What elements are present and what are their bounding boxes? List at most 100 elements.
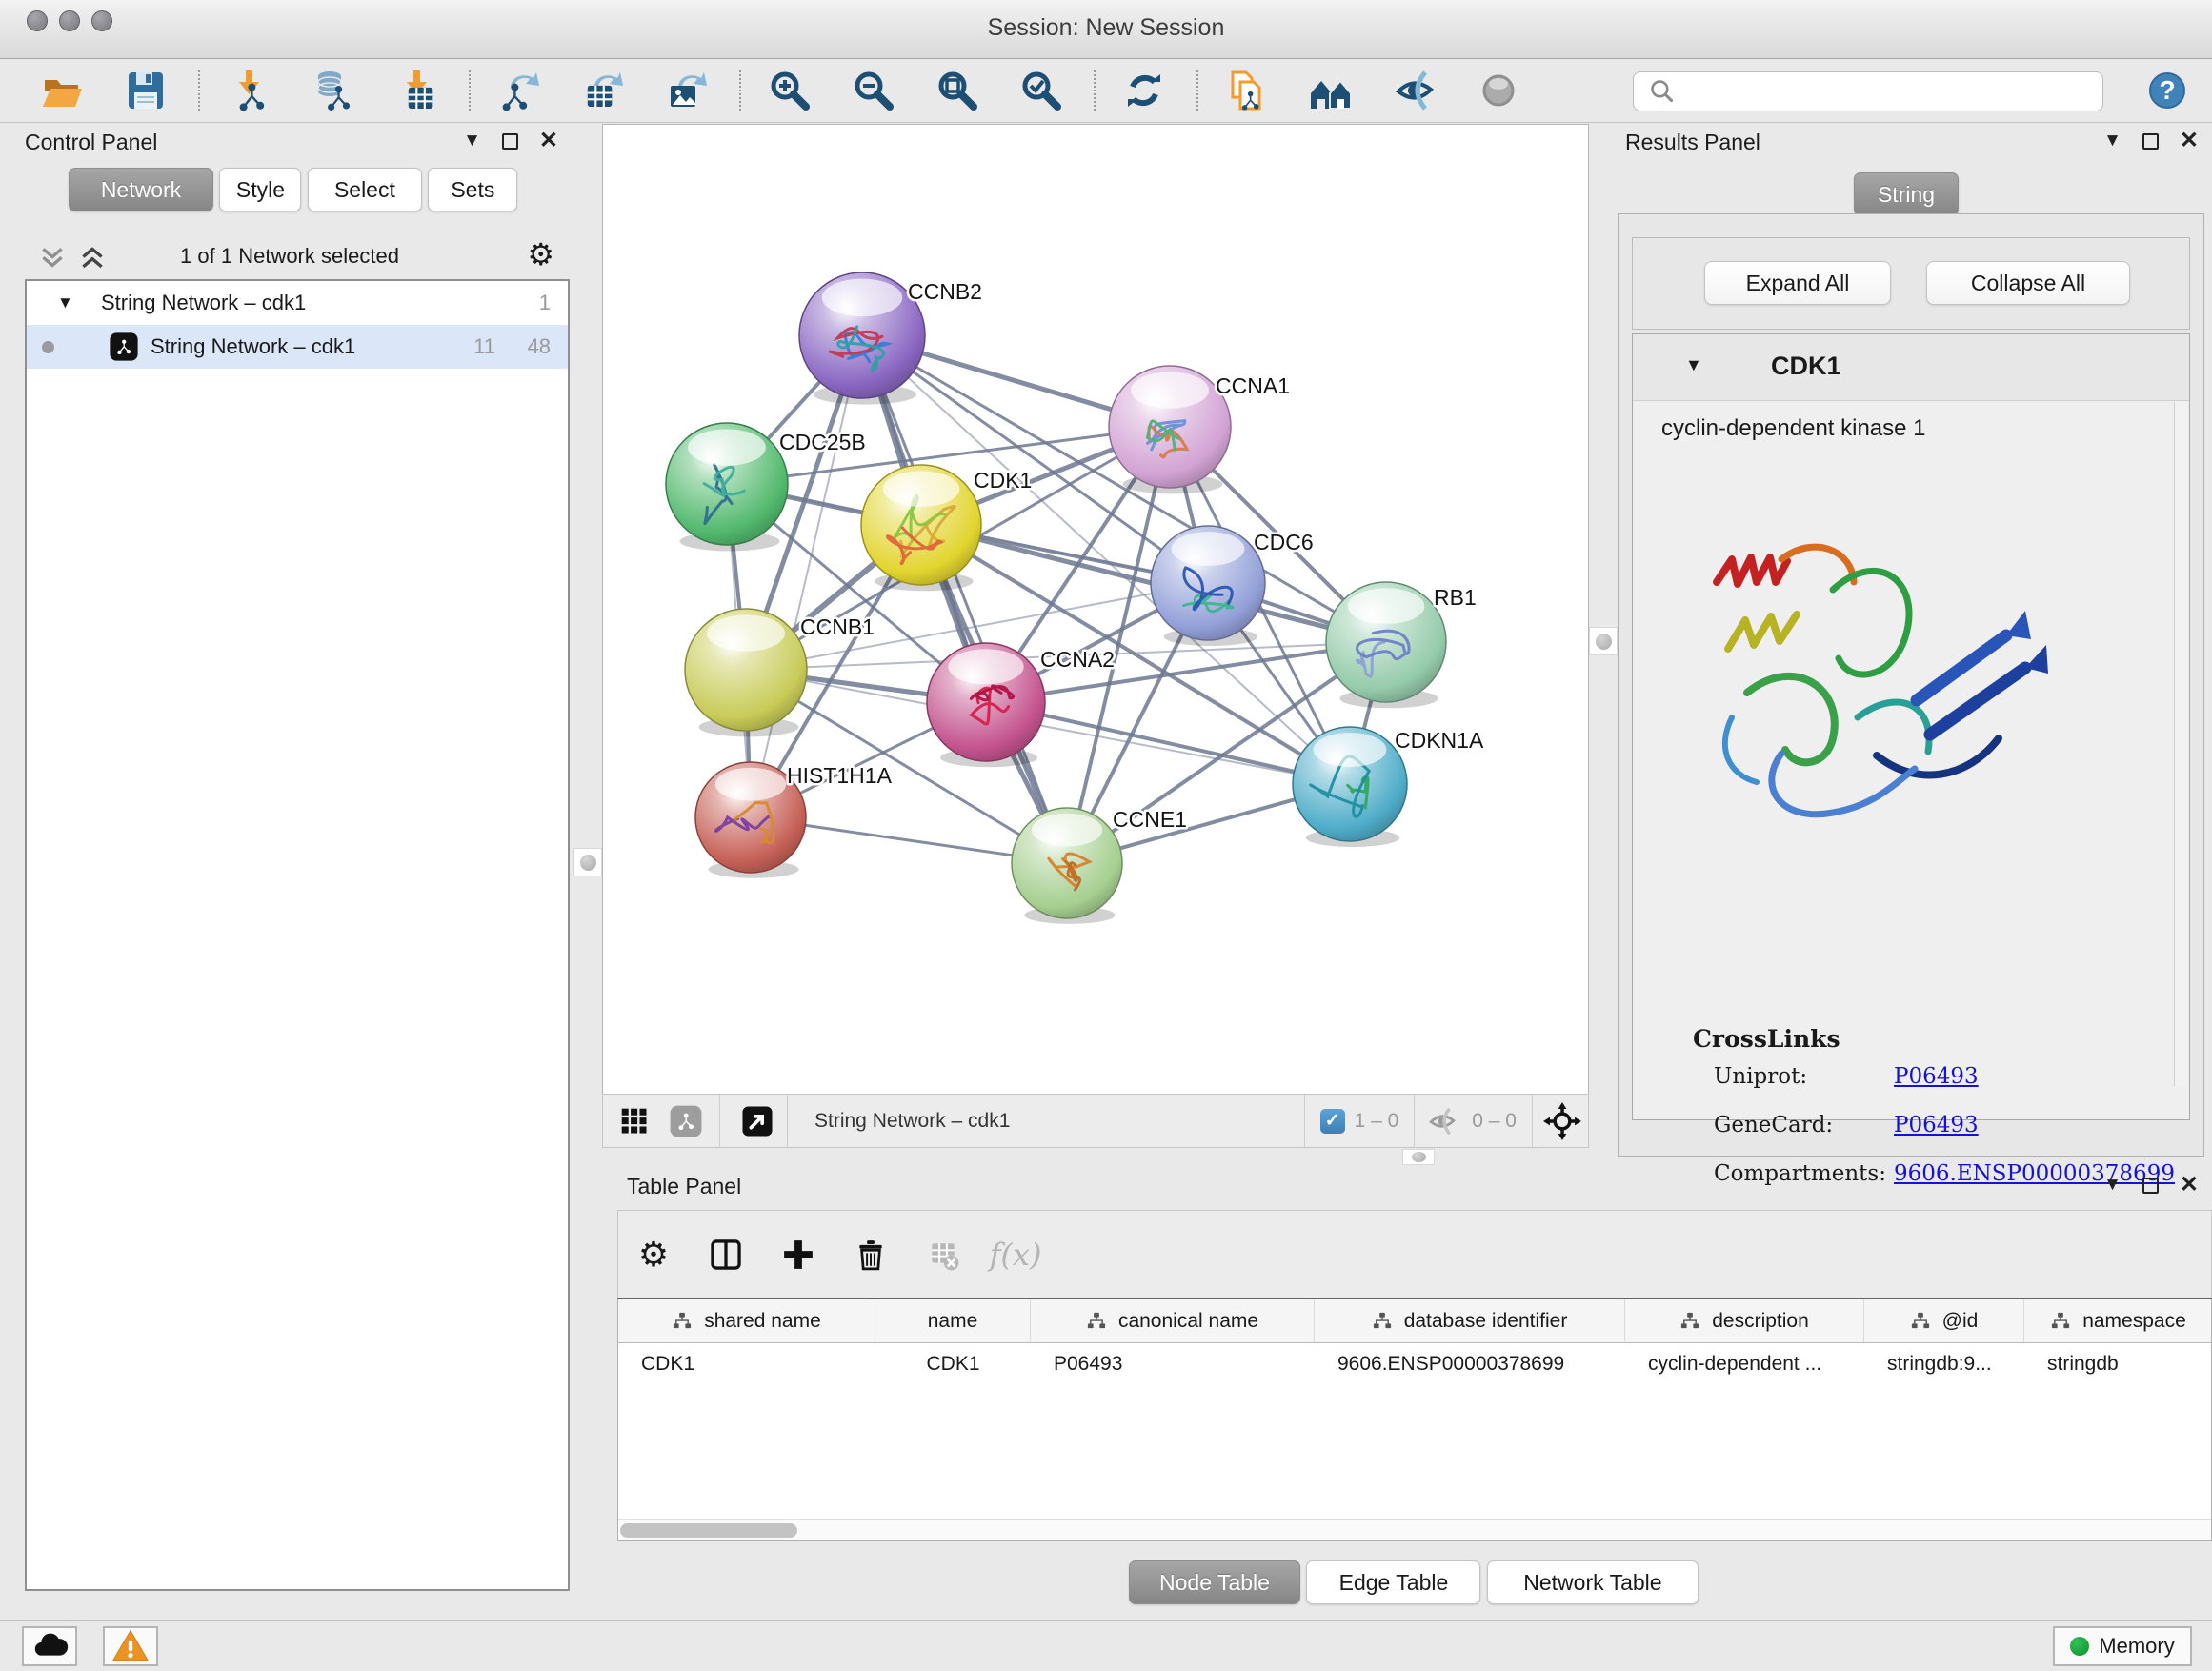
control-panel-float-button[interactable] xyxy=(502,133,518,150)
table-panel-float-button[interactable] xyxy=(2142,1178,2159,1194)
column-header[interactable]: database identifier xyxy=(1315,1299,1625,1342)
table-cell[interactable]: cyclin-dependent ... xyxy=(1625,1343,1864,1387)
open-in-window-icon[interactable] xyxy=(734,1098,781,1144)
table-settings-gear-icon[interactable]: ⚙ xyxy=(632,1233,675,1277)
table-cell[interactable]: P06493 xyxy=(1031,1343,1315,1387)
network-node-CDK1[interactable]: CDK1 xyxy=(861,465,1032,591)
cdk1-section-header[interactable]: ▼ CDK1 xyxy=(1633,334,2189,401)
network-svg[interactable]: CCNB2 CCNA1 CDC25B CDK1 CDC6 xyxy=(603,125,1588,1093)
table-cell[interactable]: stringdb:9... xyxy=(1864,1343,2024,1387)
hide-panel-eye-icon[interactable] xyxy=(1391,68,1438,113)
bottom-splitter-handle[interactable] xyxy=(1402,1149,1435,1165)
cdk1-collapse-arrow-icon[interactable]: ▼ xyxy=(1685,355,1702,375)
column-header[interactable]: @id xyxy=(1864,1299,2024,1342)
hidden-eye-icon[interactable] xyxy=(1422,1098,1462,1144)
network-node-CCNE1[interactable]: CCNE1 xyxy=(1012,807,1187,924)
home-network-icon[interactable] xyxy=(1307,68,1355,113)
add-column-icon[interactable] xyxy=(776,1233,820,1277)
results-panel-collapse-button[interactable]: ▼ xyxy=(2103,131,2122,151)
tab-sets[interactable]: Sets xyxy=(428,168,517,211)
node-label-HIST1H1A: HIST1H1A xyxy=(787,763,893,788)
tab-network-table[interactable]: Network Table xyxy=(1487,1560,1699,1604)
control-panel-close-button[interactable]: ✕ xyxy=(539,130,558,152)
network-edge[interactable] xyxy=(751,335,862,817)
tab-style[interactable]: Style xyxy=(219,168,301,211)
birdseye-grid-icon[interactable] xyxy=(611,1098,658,1144)
open-folder-icon[interactable] xyxy=(38,68,86,113)
fit-content-crosshair-icon[interactable] xyxy=(1538,1098,1586,1144)
import-database-icon[interactable] xyxy=(309,68,356,113)
column-header[interactable]: namespace xyxy=(2024,1299,2212,1342)
control-panel-collapse-button[interactable]: ▼ xyxy=(463,131,481,151)
tab-select[interactable]: Select xyxy=(308,168,422,211)
delete-column-icon[interactable] xyxy=(849,1233,893,1277)
table-hscroll-thumb[interactable] xyxy=(620,1523,797,1538)
network-node-CDKN1A[interactable]: CDKN1A xyxy=(1293,727,1484,847)
help-icon[interactable]: ? xyxy=(2143,68,2191,113)
network-options-gear-icon[interactable]: ⚙ xyxy=(527,236,554,272)
memory-button[interactable]: Memory xyxy=(2053,1626,2192,1666)
network-node-CCNB2[interactable]: CCNB2 xyxy=(799,272,982,405)
column-header[interactable]: shared name xyxy=(618,1299,875,1342)
table-cell[interactable]: stringdb xyxy=(2024,1343,2212,1387)
tab-edge-table[interactable]: Edge Table xyxy=(1306,1560,1480,1604)
node-label-CCNA1: CCNA1 xyxy=(1216,373,1290,398)
clone-network-icon[interactable] xyxy=(1223,68,1271,113)
export-image-icon[interactable] xyxy=(663,68,711,113)
tab-string[interactable]: String xyxy=(1854,172,1959,216)
network-canvas[interactable]: CCNB2 CCNA1 CDC25B CDK1 CDC6 xyxy=(602,124,1589,1094)
zoom-out-icon[interactable] xyxy=(850,68,897,113)
string-tools-icon[interactable] xyxy=(662,1098,710,1144)
expand-all-button[interactable]: Expand All xyxy=(1704,261,1891,305)
export-network-icon[interactable] xyxy=(495,68,543,113)
crosslink-value-link[interactable]: P06493 xyxy=(1894,1113,1979,1137)
results-panel-title: Results Panel xyxy=(1625,130,1760,155)
network-edge[interactable] xyxy=(862,335,1067,863)
results-panel-float-button[interactable] xyxy=(2142,133,2159,150)
table-panel-collapse-button[interactable]: ▼ xyxy=(2103,1175,2122,1196)
collapse-all-button[interactable]: Collapse All xyxy=(1926,261,2130,305)
cloud-button[interactable] xyxy=(22,1626,77,1666)
crosslink-value-link[interactable]: P06493 xyxy=(1894,1064,1979,1089)
refresh-icon[interactable] xyxy=(1120,68,1168,113)
network-node-CCNB1[interactable]: CCNB1 xyxy=(685,609,875,736)
network-node-CCNA2[interactable]: CCNA2 xyxy=(927,643,1115,767)
left-splitter-handle[interactable] xyxy=(573,848,602,876)
window-titlebar[interactable]: Session: New Session xyxy=(0,0,2212,59)
tab-network[interactable]: Network xyxy=(69,168,213,211)
table-row[interactable]: CDK1CDK1P064939606.ENSP00000378699cyclin… xyxy=(618,1343,2211,1387)
column-header[interactable]: canonical name xyxy=(1031,1299,1315,1342)
save-icon[interactable] xyxy=(122,68,170,113)
table-cell[interactable]: 9606.ENSP00000378699 xyxy=(1315,1343,1625,1387)
search-input[interactable] xyxy=(1681,80,2091,103)
collection-count: 1 xyxy=(539,291,551,315)
network-node-CDC25B[interactable]: CDC25B xyxy=(666,423,866,551)
network-node-CCNA1[interactable]: CCNA1 xyxy=(1109,366,1290,493)
network-collection-row[interactable]: ▼ String Network – cdk1 1 xyxy=(27,281,568,325)
network-node-HIST1H1A[interactable]: HIST1H1A xyxy=(695,762,893,878)
collection-expand-arrow-icon[interactable]: ▼ xyxy=(57,293,73,312)
search-box[interactable] xyxy=(1633,71,2103,111)
show-columns-icon[interactable] xyxy=(704,1233,748,1277)
column-header[interactable]: name xyxy=(875,1299,1031,1342)
table-cell[interactable]: CDK1 xyxy=(618,1343,875,1387)
table-cell[interactable]: CDK1 xyxy=(875,1343,1031,1387)
results-panel-close-button[interactable]: ✕ xyxy=(2180,130,2199,152)
import-network-icon[interactable] xyxy=(225,68,272,113)
zoom-in-icon[interactable] xyxy=(766,68,814,113)
show-panel-eye-icon[interactable] xyxy=(1475,68,1522,113)
zoom-selected-icon[interactable] xyxy=(1017,68,1065,113)
table-panel-close-button[interactable]: ✕ xyxy=(2180,1174,2199,1197)
tab-node-table[interactable]: Node Table xyxy=(1129,1560,1300,1604)
warnings-button[interactable] xyxy=(103,1626,158,1666)
column-header[interactable]: description xyxy=(1625,1299,1864,1342)
crosslink-row: GeneCard: P06493 xyxy=(1633,1101,2189,1150)
table-hscrollbar[interactable] xyxy=(618,1519,2211,1540)
export-table-icon[interactable] xyxy=(579,68,627,113)
zoom-fit-icon[interactable] xyxy=(934,68,981,113)
network-node-RB1[interactable]: RB1 xyxy=(1326,582,1477,708)
import-table-icon[interactable] xyxy=(392,68,440,113)
results-scrollbar[interactable] xyxy=(2174,402,2187,1086)
network-row-selected[interactable]: String Network – cdk1 11 48 xyxy=(27,325,568,369)
selected-nodes-checkbox[interactable]: ✓ xyxy=(1320,1109,1345,1134)
